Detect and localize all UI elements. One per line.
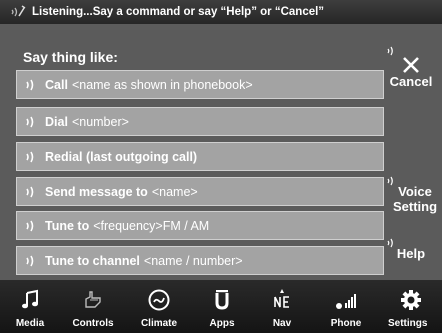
voice-recognition-icon xyxy=(11,5,26,17)
command-placeholder: <name as shown in phonebook> xyxy=(71,77,253,92)
status-text: Listening...Say a command or say “Help” … xyxy=(32,6,325,18)
command-label: Redial (last outgoing call) xyxy=(45,149,198,164)
voice-wave-icon xyxy=(26,186,34,197)
command-label: Send message to xyxy=(45,184,148,199)
nav-media[interactable]: Media xyxy=(0,280,60,333)
compass-icon xyxy=(274,289,289,308)
command-placeholder: <name> xyxy=(151,184,198,199)
nav-label: Controls xyxy=(72,318,114,329)
music-note-icon xyxy=(22,289,38,309)
nav-label: Nav xyxy=(272,318,292,329)
voice-wave-icon xyxy=(26,220,34,231)
help-button[interactable]: Help xyxy=(380,238,442,266)
nav-apps[interactable]: Apps xyxy=(192,280,252,333)
nav-label: Climate xyxy=(140,318,178,329)
climate-icon xyxy=(148,289,170,311)
voice-wave-icon xyxy=(387,238,393,248)
bottom-nav-bar: Media Controls Climate Apps Nav Phone Se… xyxy=(0,280,442,333)
hand-icon xyxy=(85,291,101,308)
prompt-heading: Say thing like: xyxy=(23,49,118,65)
command-placeholder: <name / number> xyxy=(143,253,243,268)
nav-controls[interactable]: Controls xyxy=(60,280,126,333)
nav-settings[interactable]: Settings xyxy=(380,280,442,333)
close-icon xyxy=(403,57,419,73)
voice-wave-icon xyxy=(387,46,393,56)
voice-status-bar: Listening...Say a command or say “Help” … xyxy=(0,0,442,25)
apps-icon xyxy=(215,290,229,310)
nav-label: Settings xyxy=(388,318,428,329)
command-placeholder: <number> xyxy=(71,114,129,129)
nav-climate[interactable]: Climate xyxy=(126,280,192,333)
nav-nav[interactable]: Nav xyxy=(252,280,312,333)
cancel-button[interactable]: Cancel xyxy=(380,46,442,94)
nav-label: Media xyxy=(15,318,45,329)
command-label: Call xyxy=(45,77,68,92)
command-send-message[interactable]: Send message to <name> xyxy=(16,177,384,206)
voice-setting-label: Voice Setting xyxy=(392,184,438,214)
voice-wave-icon xyxy=(26,151,34,162)
command-tune-frequency[interactable]: Tune to <frequency>FM / AM xyxy=(16,211,384,240)
command-label: Dial xyxy=(45,114,68,129)
command-placeholder: <frequency>FM / AM xyxy=(93,218,210,233)
voice-wave-icon xyxy=(387,176,393,186)
voice-wave-icon xyxy=(26,255,34,266)
voice-command-panel: Say thing like: Call <name as shown in p… xyxy=(0,24,442,280)
command-label: Tune to xyxy=(45,218,90,233)
nav-label: Phone xyxy=(330,318,362,329)
voice-setting-button[interactable]: Voice Setting xyxy=(380,176,442,218)
command-tune-channel[interactable]: Tune to channel <name / number> xyxy=(16,246,384,275)
command-redial[interactable]: Redial (last outgoing call) xyxy=(16,142,384,171)
command-dial[interactable]: Dial <number> xyxy=(16,107,384,136)
voice-wave-icon xyxy=(26,116,34,127)
nav-phone[interactable]: Phone xyxy=(312,280,380,333)
phone-signal-icon xyxy=(336,294,356,309)
help-label: Help xyxy=(396,246,426,261)
command-call[interactable]: Call <name as shown in phonebook> xyxy=(16,70,384,99)
gear-icon xyxy=(401,290,421,310)
command-label: Tune to channel xyxy=(45,253,140,268)
voice-wave-icon xyxy=(26,79,34,90)
cancel-label: Cancel xyxy=(389,74,433,89)
nav-label: Apps xyxy=(209,318,235,329)
